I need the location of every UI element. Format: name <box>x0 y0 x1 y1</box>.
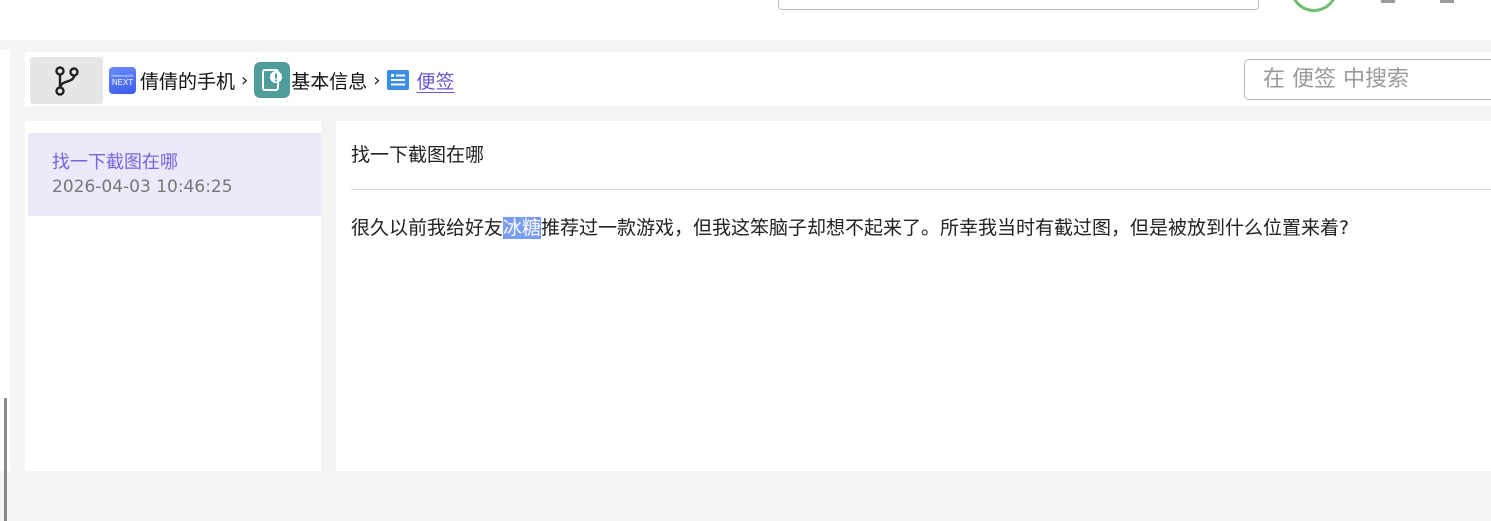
panel-divider[interactable] <box>321 121 336 471</box>
branch-button[interactable] <box>30 57 103 104</box>
chevron-right-icon: › <box>241 69 249 91</box>
notes-list: 找一下截图在哪 2026-04-03 10:46:25 <box>25 121 321 471</box>
branch-icon <box>54 65 79 96</box>
top-bar <box>0 0 1491 40</box>
status-ring-icon[interactable] <box>1290 0 1338 12</box>
breadcrumb-bar: HarmonyOS NEXT 倩倩的手机 › 基本信息 › 便签 在 便签 中搜… <box>25 52 1491 106</box>
top-bar-mark <box>1440 0 1454 3</box>
top-bar-mark <box>1381 0 1395 3</box>
logo-text: NEXT <box>111 78 134 87</box>
selected-text: 冰糖 <box>503 217 542 239</box>
breadcrumb-section[interactable]: 基本信息 <box>254 62 367 98</box>
list-item-title: 找一下截图在哪 <box>52 152 178 173</box>
note-body-text: 很久以前我给好友 <box>351 217 504 239</box>
divider <box>351 189 1491 190</box>
breadcrumb-current[interactable]: 便签 <box>386 67 454 94</box>
note-body[interactable]: 很久以前我给好友冰糖推荐过一款游戏，但我这笨脑子却想不起来了。所幸我当时有截过图… <box>351 213 1491 240</box>
top-search-input[interactable] <box>778 0 1259 10</box>
breadcrumb-device-label: 倩倩的手机 <box>140 70 236 93</box>
logo-small-text: HarmonyOS <box>111 73 134 78</box>
note-list-icon <box>386 68 410 92</box>
note-content: 找一下截图在哪 很久以前我给好友冰糖推荐过一款游戏，但我这笨脑子却想不起来了。所… <box>336 121 1491 471</box>
info-card-icon <box>254 62 291 98</box>
harmony-next-logo-icon: HarmonyOS NEXT <box>109 66 136 94</box>
chevron-right-icon: › <box>373 69 381 91</box>
note-body-text: 推荐过一款游戏，但我这笨脑子却想不起来了。所幸我当时有截过图，但是被放到什么位置… <box>541 217 1350 239</box>
list-item-date: 2026-04-03 10:46:25 <box>52 177 233 197</box>
breadcrumb: HarmonyOS NEXT 倩倩的手机 › 基本信息 › 便签 <box>109 62 454 98</box>
breadcrumb-section-label: 基本信息 <box>291 70 368 93</box>
breadcrumb-current-label[interactable]: 便签 <box>416 67 454 94</box>
left-rail <box>0 50 10 521</box>
list-item[interactable]: 找一下截图在哪 2026-04-03 10:46:25 <box>28 133 321 216</box>
note-title[interactable]: 找一下截图在哪 <box>351 140 484 167</box>
search-input[interactable] <box>1244 59 1491 100</box>
breadcrumb-device[interactable]: HarmonyOS NEXT 倩倩的手机 <box>109 66 236 94</box>
left-scrollbar[interactable] <box>4 398 7 521</box>
